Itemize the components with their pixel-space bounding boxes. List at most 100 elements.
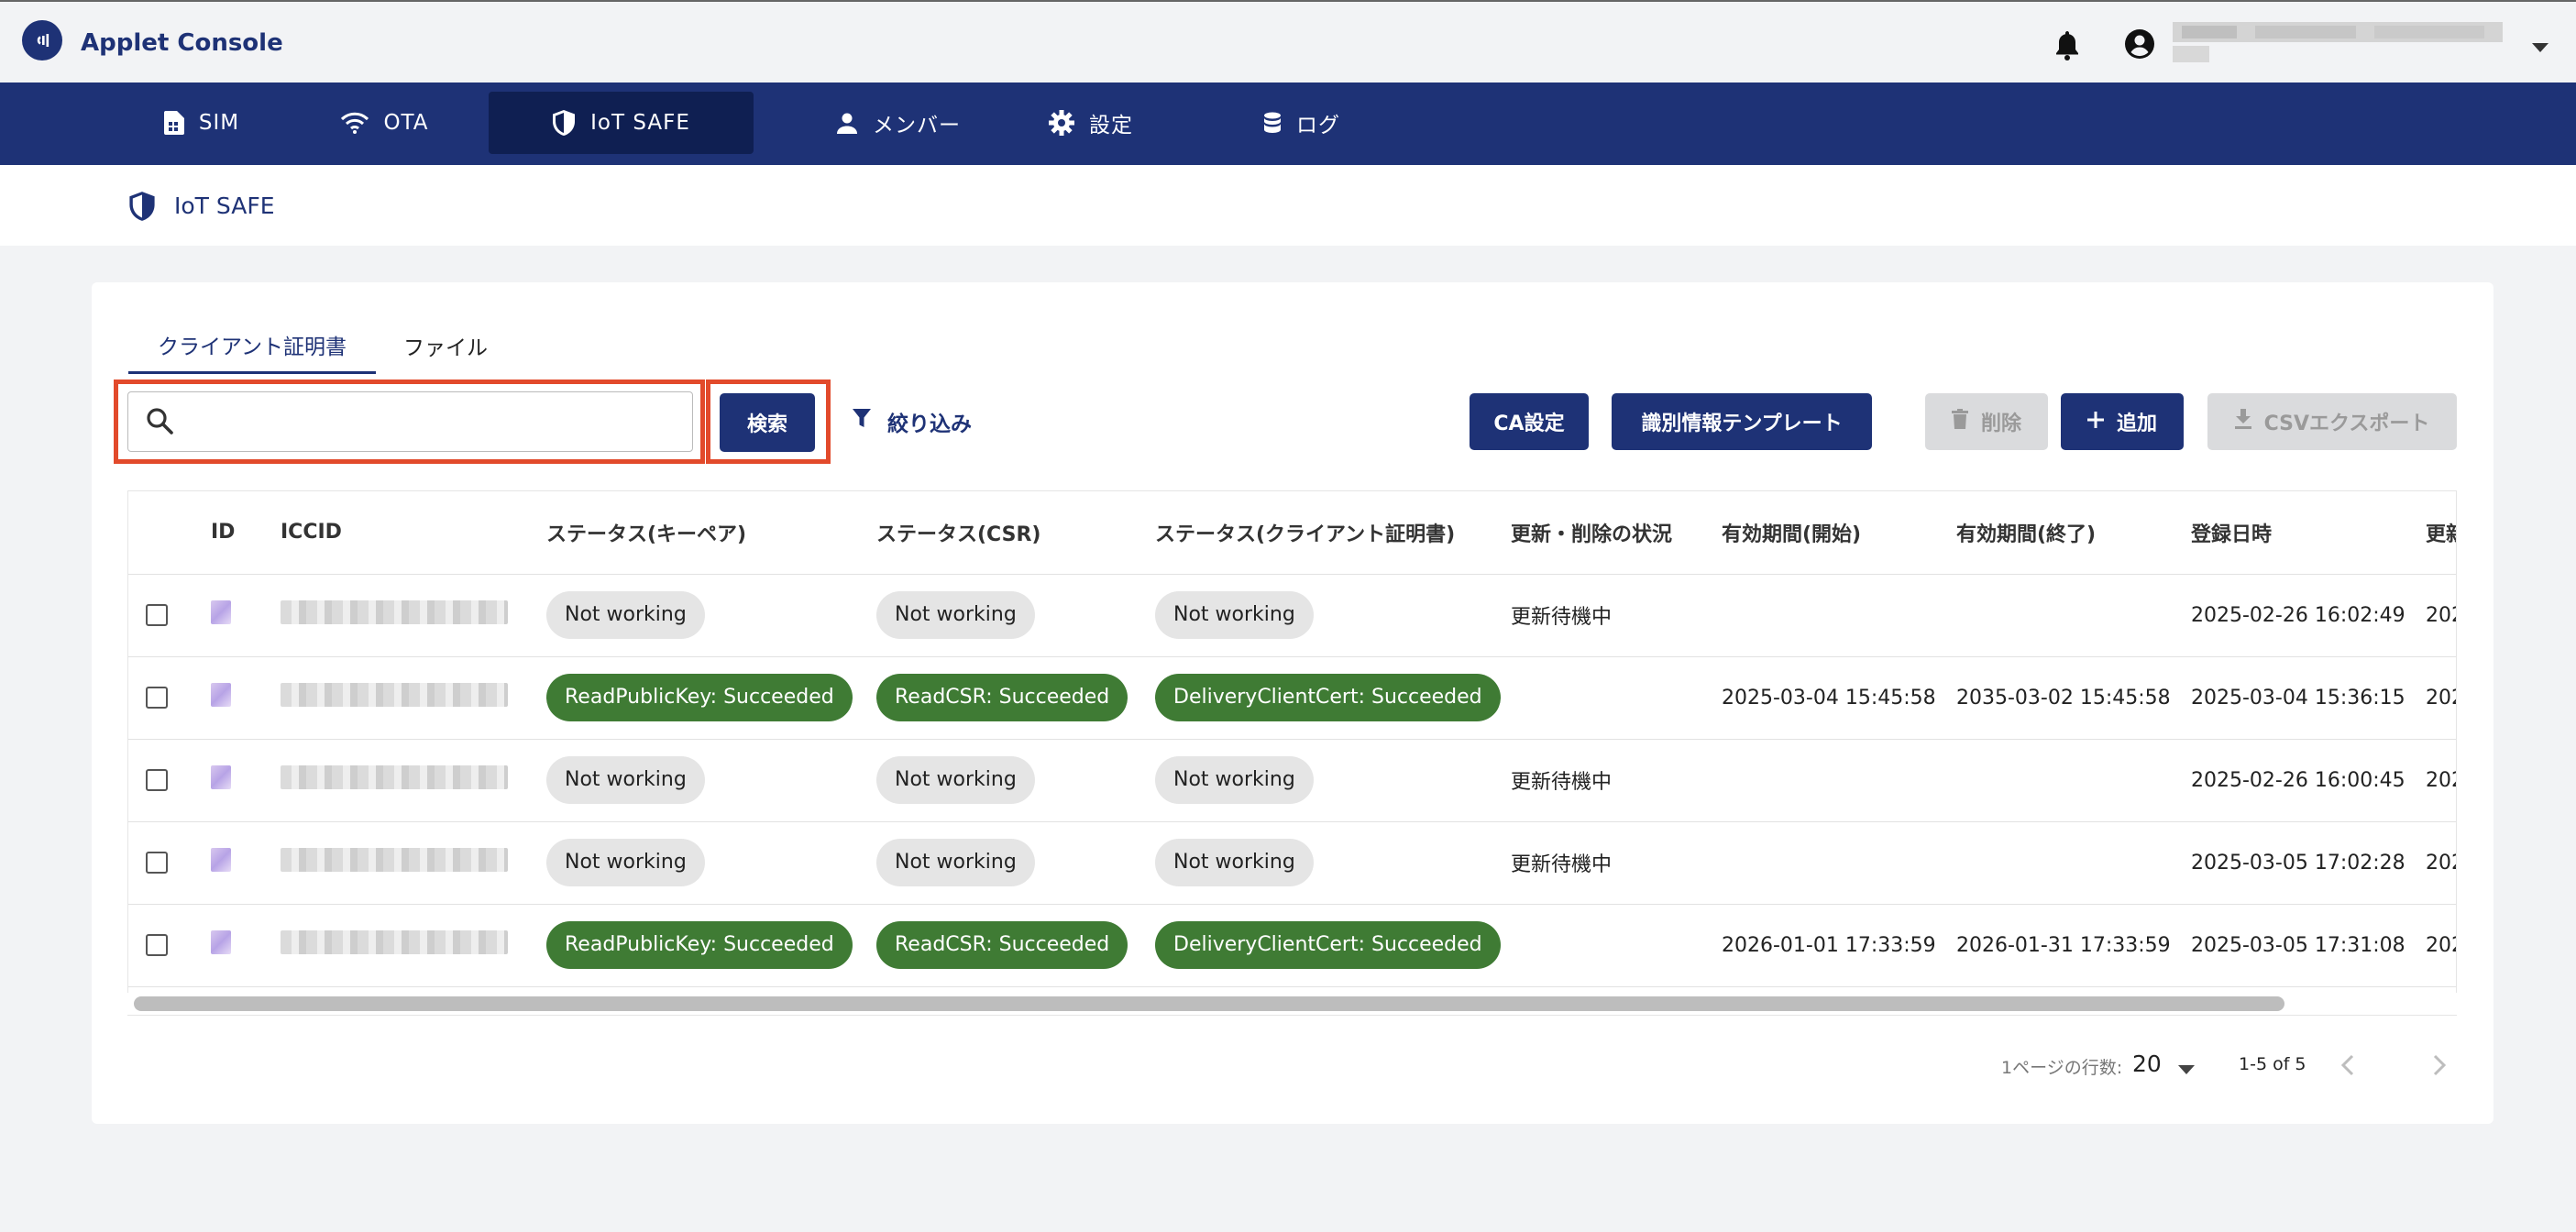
status-chip-keypair: Not working bbox=[546, 839, 705, 886]
wifi-icon bbox=[341, 112, 369, 134]
main-navigation: SIM OTA IoT SAFE メンバー 設定 ログ bbox=[0, 82, 2576, 165]
id-template-button[interactable]: 識別情報テンプレート bbox=[1612, 393, 1872, 450]
status-chip-cert: Not working bbox=[1155, 756, 1314, 804]
nav-item-members[interactable]: メンバー bbox=[798, 92, 999, 154]
table-row[interactable]: Not working Not working Not working 更新待機… bbox=[128, 821, 2456, 905]
csv-export-button[interactable]: CSVエクスポート bbox=[2207, 393, 2457, 450]
nav-item-sim[interactable]: SIM bbox=[110, 92, 293, 154]
nav-item-iot-safe[interactable]: IoT SAFE bbox=[489, 92, 754, 154]
nav-item-logs[interactable]: ログ bbox=[1242, 92, 1361, 154]
status-chip-keypair: Not working bbox=[546, 591, 705, 639]
valid-from: 2025-03-04 15:45:58 bbox=[1722, 656, 1956, 740]
table-row[interactable]: ReadPublicKey: Succeeded ReadCSR: Succee… bbox=[128, 904, 2456, 987]
page-title: IoT SAFE bbox=[174, 192, 275, 219]
updated-at: 202 bbox=[2426, 574, 2456, 657]
column-header[interactable]: 有効期間(終了) bbox=[1956, 491, 2191, 575]
iccid-redacted bbox=[281, 848, 508, 872]
rows-per-page-label: 1ページの行数: bbox=[2001, 1058, 2123, 1078]
id-redacted bbox=[211, 600, 231, 624]
id-redacted bbox=[211, 765, 231, 789]
nav-item-settings[interactable]: 設定 bbox=[1027, 92, 1155, 154]
add-button[interactable]: 追加 bbox=[2061, 393, 2184, 450]
column-header[interactable]: ICCID bbox=[281, 491, 546, 575]
sim-card-icon bbox=[163, 111, 184, 135]
tab-file[interactable]: ファイル bbox=[385, 317, 506, 374]
app-title: Applet Console bbox=[81, 29, 283, 57]
shield-icon bbox=[128, 191, 156, 226]
updated-at: 202 bbox=[2426, 821, 2456, 905]
row-checkbox[interactable] bbox=[146, 604, 168, 626]
iccid-redacted bbox=[281, 765, 508, 789]
nav-label: SIM bbox=[198, 111, 240, 135]
chevron-left-icon[interactable] bbox=[2338, 1052, 2360, 1082]
person-icon bbox=[836, 112, 858, 134]
column-header[interactable]: 登録日時 bbox=[2191, 491, 2426, 575]
rows-per-page-select[interactable]: 20 bbox=[2132, 1050, 2162, 1077]
id-redacted bbox=[211, 848, 231, 872]
renew-status: 更新待機中 bbox=[1511, 821, 1722, 905]
filter-label: 絞り込み bbox=[887, 412, 972, 436]
gear-icon bbox=[1049, 110, 1074, 136]
registered-at: 2025-03-05 17:02:28 bbox=[2191, 821, 2426, 905]
ca-settings-button[interactable]: CA設定 bbox=[1470, 393, 1589, 450]
tab-client-certificate[interactable]: クライアント証明書 bbox=[128, 317, 376, 374]
registered-at: 2025-02-26 16:02:49 bbox=[2191, 574, 2426, 657]
table-row[interactable]: Not working Not working Not working 更新待機… bbox=[128, 574, 2456, 657]
delete-button[interactable]: 削除 bbox=[1925, 393, 2048, 450]
column-header[interactable]: 更新 bbox=[2426, 491, 2456, 575]
chevron-down-icon[interactable] bbox=[2532, 38, 2548, 56]
status-chip-csr: Not working bbox=[876, 839, 1035, 886]
notification-bell-icon[interactable] bbox=[2053, 29, 2081, 64]
horizontal-scrollbar-thumb[interactable] bbox=[134, 996, 2284, 1011]
filter-button[interactable]: 絞り込み bbox=[853, 400, 972, 444]
header-select bbox=[128, 491, 211, 575]
valid-from bbox=[1722, 821, 1956, 905]
column-header[interactable]: ID bbox=[211, 491, 281, 575]
renew-status bbox=[1511, 656, 1722, 740]
table-row[interactable]: ReadPublicKey: Succeeded ReadCSR: Succee… bbox=[128, 656, 2456, 740]
status-chip-keypair: ReadPublicKey: Succeeded bbox=[546, 674, 853, 721]
valid-to bbox=[1956, 821, 2191, 905]
nav-item-ota[interactable]: OTA bbox=[303, 92, 468, 154]
status-chip-csr: Not working bbox=[876, 756, 1035, 804]
valid-to bbox=[1956, 574, 2191, 657]
chevron-right-icon[interactable] bbox=[2427, 1052, 2449, 1082]
plus-icon bbox=[2086, 411, 2104, 434]
filter-icon bbox=[853, 409, 871, 434]
updated-at: 202 bbox=[2426, 739, 2456, 822]
search-input[interactable] bbox=[127, 391, 693, 452]
search-button[interactable]: 検索 bbox=[720, 393, 815, 452]
row-checkbox[interactable] bbox=[146, 769, 168, 791]
table-header-row: ID ICCID ステータス(キーペア) ステータス(CSR) ステータス(クラ… bbox=[128, 491, 2456, 575]
status-chip-cert: DeliveryClientCert: Succeeded bbox=[1155, 674, 1501, 721]
account-circle-icon[interactable] bbox=[2123, 28, 2156, 64]
valid-to: 2026-01-31 17:33:59 bbox=[1956, 904, 2191, 987]
nav-label: IoT SAFE bbox=[590, 111, 690, 135]
user-account-name-redacted[interactable] bbox=[2173, 20, 2503, 64]
valid-from: 2026-01-01 17:33:59 bbox=[1722, 904, 1956, 987]
row-checkbox[interactable] bbox=[146, 852, 168, 874]
pagination-range: 1-5 of 5 bbox=[2239, 1054, 2306, 1074]
valid-from bbox=[1722, 739, 1956, 822]
column-header[interactable]: ステータス(キーペア) bbox=[546, 491, 876, 575]
renew-status bbox=[1511, 904, 1722, 987]
nav-label: ログ bbox=[1296, 114, 1340, 138]
column-header[interactable]: ステータス(CSR) bbox=[876, 491, 1155, 575]
table-row[interactable]: Not working Not working Not working 更新待機… bbox=[128, 739, 2456, 822]
certificate-table: ID ICCID ステータス(キーペア) ステータス(CSR) ステータス(クラ… bbox=[127, 490, 2457, 1016]
column-header[interactable]: 更新・削除の状況 bbox=[1511, 491, 1722, 575]
download-icon bbox=[2234, 409, 2251, 434]
row-checkbox[interactable] bbox=[146, 687, 168, 709]
shield-icon bbox=[552, 109, 576, 137]
row-checkbox[interactable] bbox=[146, 934, 168, 956]
column-header[interactable]: ステータス(クライアント証明書) bbox=[1155, 491, 1511, 575]
nav-label: OTA bbox=[383, 111, 429, 135]
chevron-down-icon[interactable] bbox=[2178, 1061, 2195, 1078]
updated-at: 202 bbox=[2426, 904, 2456, 987]
delete-label: 削除 bbox=[1980, 412, 2021, 435]
add-label: 追加 bbox=[2116, 412, 2157, 435]
database-icon bbox=[1263, 112, 1282, 134]
registered-at: 2025-03-05 17:31:08 bbox=[2191, 904, 2426, 987]
status-chip-csr: ReadCSR: Succeeded bbox=[876, 921, 1128, 969]
column-header[interactable]: 有効期間(開始) bbox=[1722, 491, 1956, 575]
